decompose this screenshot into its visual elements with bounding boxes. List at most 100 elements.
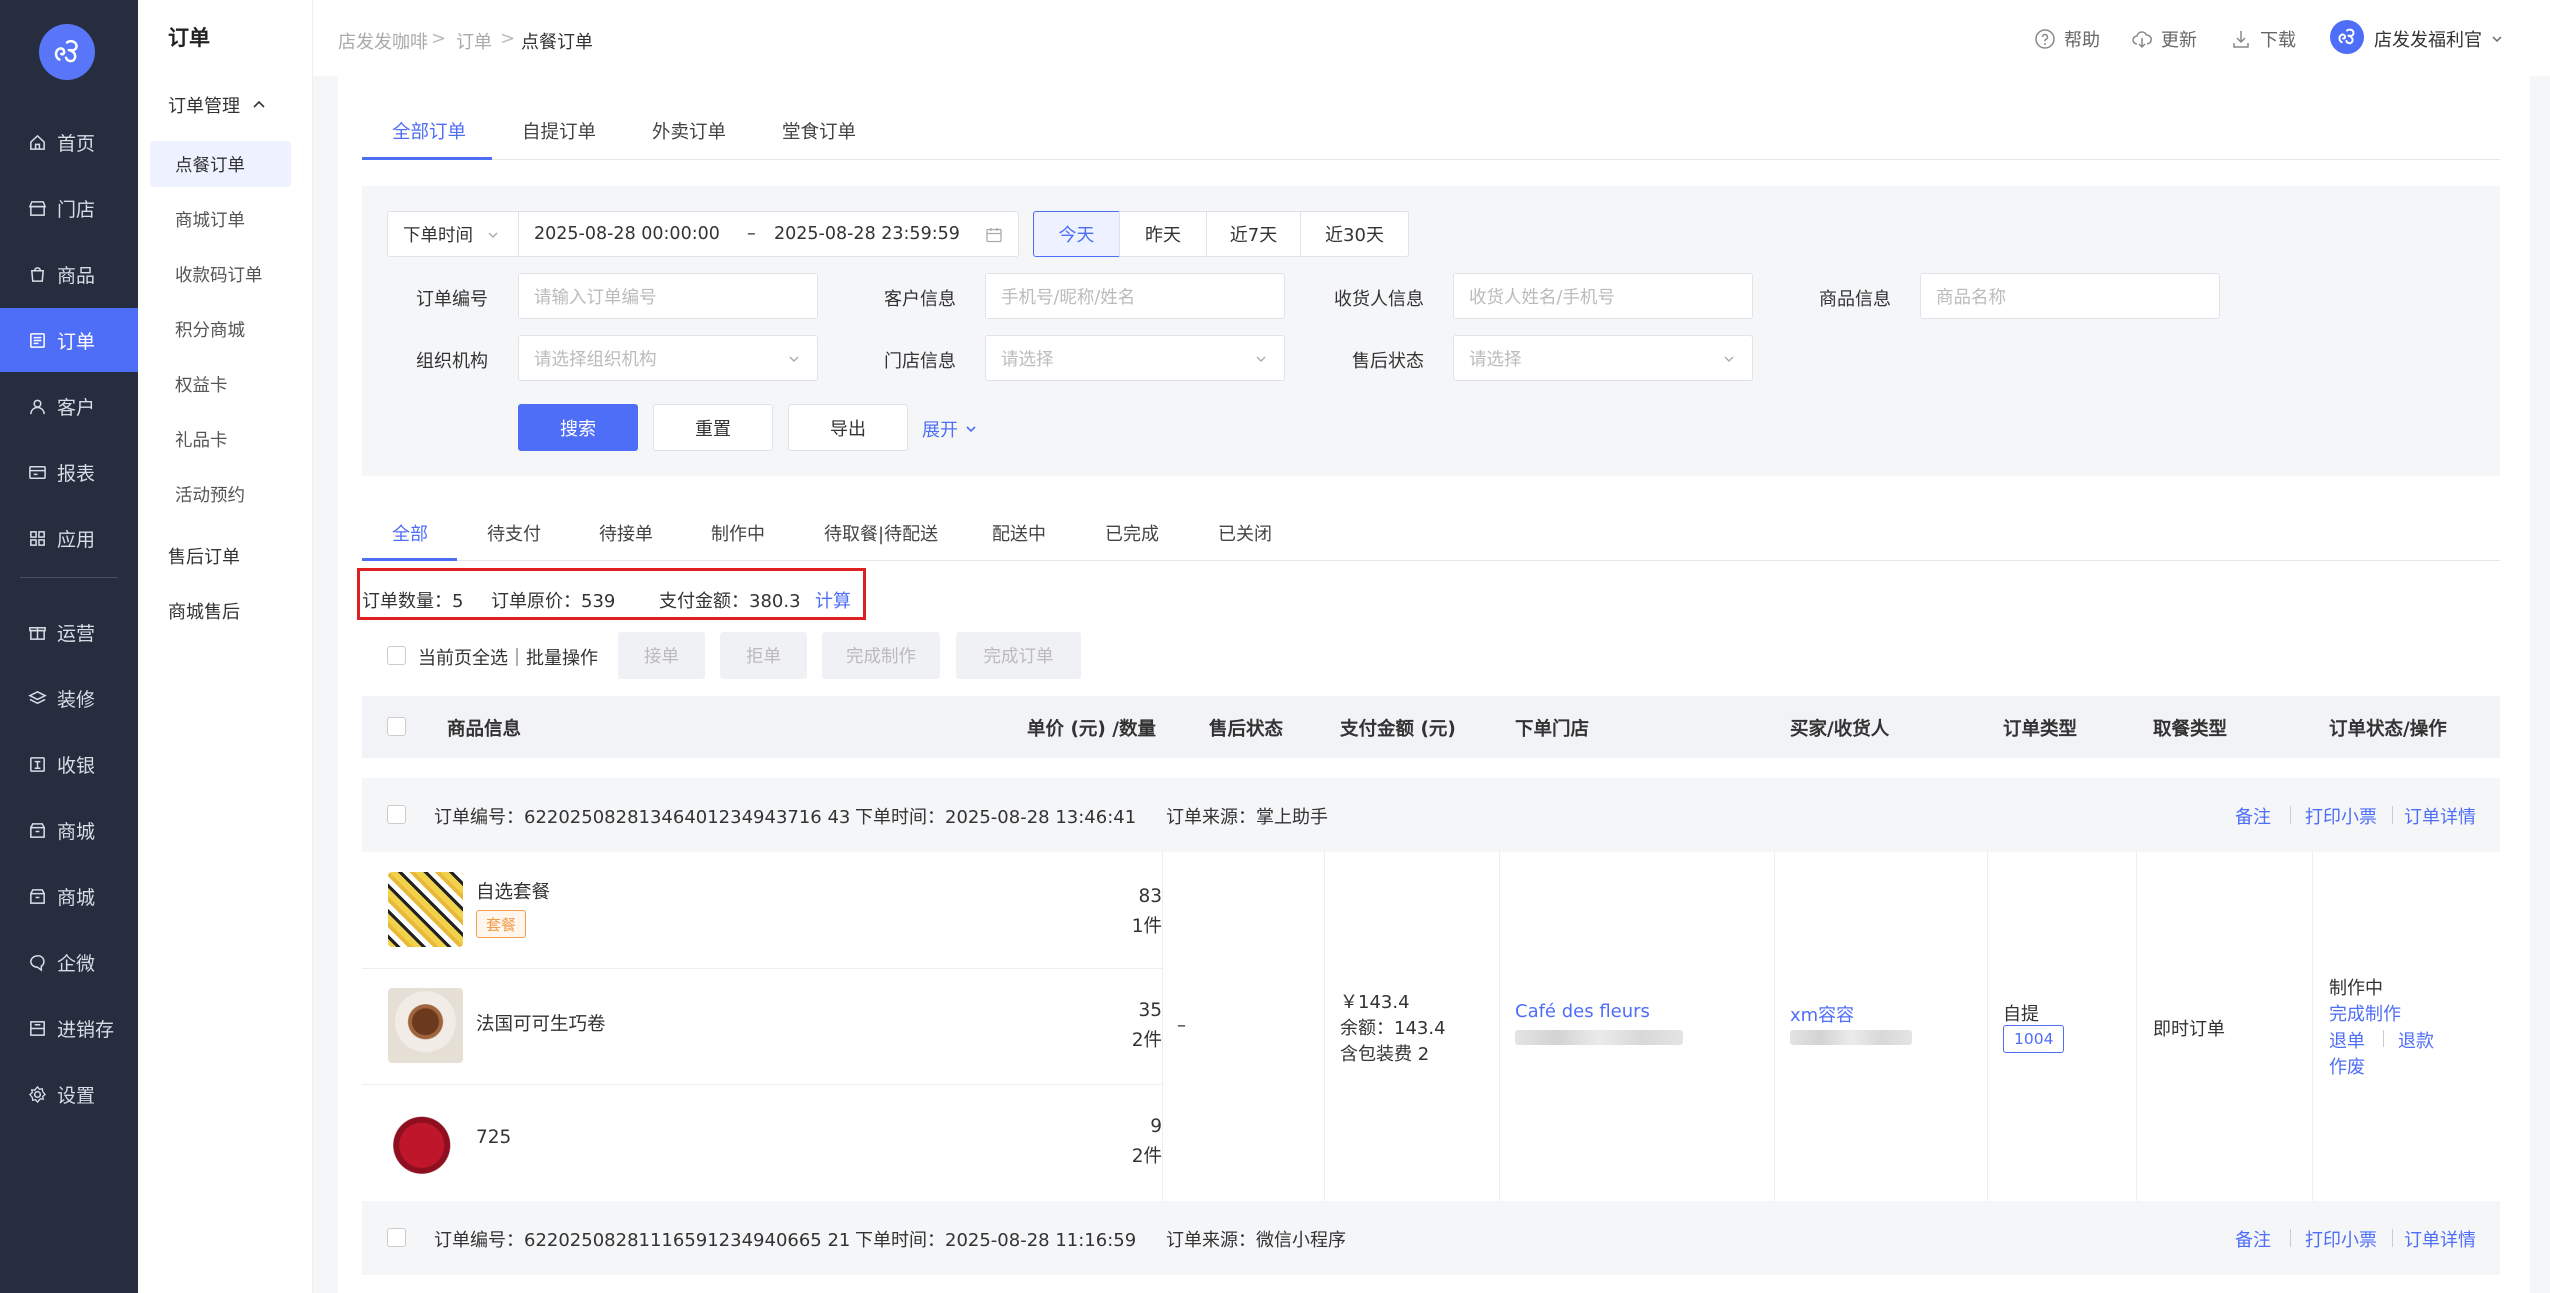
order-checkbox[interactable]: [387, 805, 406, 824]
help-button[interactable]: 帮助: [2034, 26, 2100, 52]
user-menu[interactable]: 店发发福利官: [2374, 26, 2504, 52]
sub-item-after-sale[interactable]: 售后订单: [168, 543, 240, 569]
store-link[interactable]: Café des fleurs: [1515, 1001, 1650, 1022]
nav-item-12[interactable]: 企微: [0, 930, 138, 994]
item-price: 83: [1138, 886, 1162, 907]
item-price: 35: [1138, 1000, 1162, 1021]
batch-finish-order-button[interactable]: 完成订单: [956, 632, 1081, 679]
org-select[interactable]: 请选择组织机构: [518, 335, 818, 381]
app-logo[interactable]: [39, 24, 95, 80]
sub-item-dine-order[interactable]: 点餐订单: [150, 141, 291, 187]
col-divider: [2312, 852, 2313, 1201]
status-tab-making[interactable]: 制作中: [711, 520, 765, 546]
after-sale-label: 售后状态: [1352, 351, 1424, 372]
breadcrumb-store[interactable]: 店发发咖啡: [338, 28, 428, 54]
sub-item-mall-order[interactable]: 商城订单: [150, 196, 291, 242]
quick-7days[interactable]: 近7天: [1206, 211, 1301, 257]
status-tab-unpaid[interactable]: 待支付: [487, 520, 541, 546]
status-tab-closed[interactable]: 已关闭: [1218, 520, 1272, 546]
order-no-input[interactable]: 请输入订单编号: [518, 273, 818, 319]
time-type-select[interactable]: 下单时间: [387, 211, 519, 257]
date-range-picker[interactable]: 2025-08-28 00:00:00 – 2025-08-28 23:59:5…: [518, 211, 1019, 257]
update-button[interactable]: 更新: [2131, 26, 2197, 52]
sub-item-benefit-card[interactable]: 权益卡: [150, 361, 291, 407]
nav-item-6[interactable]: 应用: [0, 506, 138, 570]
store-icon: [28, 200, 47, 216]
order-checkbox[interactable]: [387, 1228, 406, 1247]
time-type-value: 下单时间: [403, 225, 473, 246]
sub-group-order-manage[interactable]: 订单管理: [168, 92, 266, 118]
sub-item-qrpay-order[interactable]: 收款码订单: [150, 251, 291, 297]
store-select[interactable]: 请选择: [985, 335, 1285, 381]
nav-item-8[interactable]: 装修: [0, 666, 138, 730]
refund-link[interactable]: 退款: [2398, 1027, 2434, 1053]
sub-item-mall-after-sale[interactable]: 商城售后: [168, 598, 240, 624]
search-button[interactable]: 搜索: [518, 404, 638, 451]
batch-finish-make-button[interactable]: 完成制作: [822, 632, 940, 679]
export-button[interactable]: 导出: [788, 404, 908, 451]
nav-item-1[interactable]: 门店: [0, 176, 138, 240]
batch-accept-button[interactable]: 接单: [618, 632, 705, 679]
print-ticket-link[interactable]: 打印小票: [2305, 1226, 2377, 1252]
status-tab-delivering[interactable]: 配送中: [992, 520, 1046, 546]
after-sale-select[interactable]: 请选择: [1453, 335, 1753, 381]
tab-delivery-orders[interactable]: 外卖订单: [652, 118, 726, 144]
goods-label: 商品信息: [1819, 289, 1891, 310]
nav-item-14[interactable]: 设置: [0, 1062, 138, 1126]
nav-item-9[interactable]: 收银: [0, 732, 138, 796]
user-avatar[interactable]: [2330, 20, 2364, 54]
receiver-input[interactable]: 收货人姓名/手机号: [1453, 273, 1753, 319]
nav-item-10[interactable]: 商城: [0, 798, 138, 862]
status-tab-completed[interactable]: 已完成: [1105, 520, 1159, 546]
reset-button[interactable]: 重置: [653, 404, 773, 451]
order-header: 订单编号：62202508281116591234940665 21 下单时间：…: [362, 1201, 2500, 1275]
status-tab-pending-accept[interactable]: 待接单: [599, 520, 653, 546]
buyer-link[interactable]: xm容容: [1790, 1001, 1854, 1027]
nav-item-0[interactable]: 首页: [0, 110, 138, 174]
quick-30days[interactable]: 近30天: [1300, 211, 1409, 257]
tab-pickup-orders[interactable]: 自提订单: [522, 118, 596, 144]
quick-yesterday[interactable]: 昨天: [1119, 211, 1207, 257]
finish-making-link[interactable]: 完成制作: [2329, 1000, 2401, 1026]
nav-item-5[interactable]: 报表: [0, 440, 138, 504]
nav-item-11[interactable]: 商城: [0, 864, 138, 928]
status-tab-all[interactable]: 全部: [392, 520, 428, 546]
order-no-placeholder: 请输入订单编号: [534, 287, 657, 308]
sub-item-points-mall[interactable]: 积分商城: [150, 306, 291, 352]
col-take-type: 取餐类型: [2153, 719, 2228, 740]
nav-item-3[interactable]: 订单: [0, 308, 138, 372]
nav-item-label: 应用: [57, 528, 96, 551]
order-detail-link[interactable]: 订单详情: [2404, 1226, 2476, 1252]
order-body: 自选套餐 套餐 83 1件 法国可可生巧卷 35 2件 725 9 2件 – ￥…: [362, 852, 2500, 1201]
breadcrumb-order[interactable]: 订单: [456, 28, 492, 54]
cancel-order-link[interactable]: 退单: [2329, 1027, 2365, 1053]
chevron-down-icon: [1724, 356, 1734, 362]
tab-dinein-orders[interactable]: 堂食订单: [782, 118, 856, 144]
tab-all-orders[interactable]: 全部订单: [392, 118, 466, 144]
order-detail-link[interactable]: 订单详情: [2404, 803, 2476, 829]
header-checkbox[interactable]: [387, 717, 406, 736]
quick-today[interactable]: 今天: [1033, 211, 1120, 257]
remark-link[interactable]: 备注: [2235, 803, 2271, 829]
select-all-checkbox[interactable]: [387, 646, 406, 665]
download-icon: [2233, 31, 2249, 48]
print-ticket-link[interactable]: 打印小票: [2305, 803, 2377, 829]
customer-input[interactable]: 手机号/昵称/姓名: [985, 273, 1285, 319]
download-button[interactable]: 下载: [2230, 26, 2296, 52]
col-divider: [1774, 852, 1775, 1201]
void-link[interactable]: 作废: [2329, 1053, 2365, 1079]
batch-reject-button[interactable]: 拒单: [720, 632, 807, 679]
expand-toggle[interactable]: 展开: [922, 416, 978, 442]
remark-link[interactable]: 备注: [2235, 1226, 2271, 1252]
nav-item-label: 设置: [57, 1084, 96, 1107]
product-image: [388, 988, 463, 1063]
sub-item-activity-booking[interactable]: 活动预约: [150, 471, 291, 517]
breadcrumb-sep-icon: >: [500, 28, 516, 49]
nav-item-7[interactable]: 运营: [0, 600, 138, 664]
sub-item-gift-card[interactable]: 礼品卡: [150, 416, 291, 462]
goods-input[interactable]: 商品名称: [1920, 273, 2220, 319]
nav-item-13[interactable]: 进销存: [0, 996, 138, 1060]
nav-item-4[interactable]: 客户: [0, 374, 138, 438]
status-tab-pending-pickup[interactable]: 待取餐|待配送: [824, 520, 938, 546]
nav-item-2[interactable]: 商品: [0, 242, 138, 306]
